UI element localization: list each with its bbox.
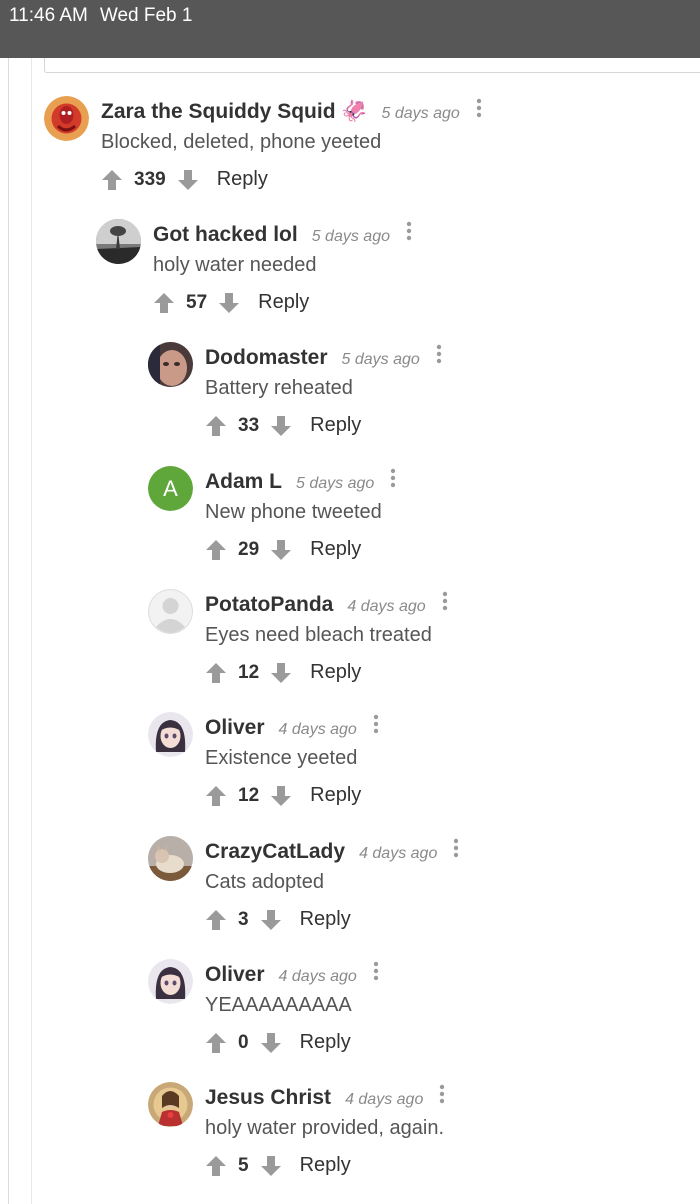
more-options-icon[interactable]	[439, 1084, 445, 1104]
comment-text: Battery reheated	[205, 377, 353, 399]
comment-text: Blocked, deleted, phone yeeted	[101, 131, 382, 153]
downvote-icon[interactable]	[270, 662, 292, 684]
vote-count: 12	[238, 661, 260, 683]
comment-author[interactable]: Zara the Squiddy Squid 🦑	[101, 100, 368, 124]
comment-author[interactable]: Adam L	[205, 470, 282, 494]
comment-author[interactable]: Got hacked lol	[153, 223, 298, 247]
comment-text: YEAAAAAAAAA	[205, 994, 352, 1016]
comment-text: holy water needed	[153, 254, 317, 276]
upvote-icon[interactable]	[205, 539, 227, 561]
thread-line	[31, 58, 32, 1204]
comment-text: holy water provided, again.	[205, 1117, 445, 1139]
avatar[interactable]	[148, 836, 193, 881]
more-options-icon[interactable]	[373, 714, 379, 734]
upvote-icon[interactable]	[205, 1155, 227, 1177]
reply-button[interactable]: Reply	[300, 1031, 351, 1054]
avatar[interactable]	[148, 712, 193, 757]
avatar[interactable]	[96, 219, 141, 264]
status-time: 11:46 AM	[9, 5, 88, 26]
downvote-icon[interactable]	[260, 1032, 282, 1054]
comment-author[interactable]: PotatoPanda	[205, 593, 333, 617]
comment-text: Eyes need bleach treated	[205, 624, 432, 646]
vote-count: 0	[238, 1031, 249, 1053]
vote-count: 3	[238, 908, 249, 930]
upvote-icon[interactable]	[153, 292, 175, 314]
comment-text: Existence yeeted	[205, 747, 358, 769]
vote-count: 33	[238, 414, 260, 436]
reply-button[interactable]: Reply	[258, 291, 309, 314]
vote-count: 12	[238, 784, 260, 806]
vote-count: 57	[186, 291, 208, 313]
comment-text: Cats adopted	[205, 871, 324, 893]
upvote-icon[interactable]	[205, 785, 227, 807]
status-date: Wed Feb 1	[99, 5, 193, 26]
avatar[interactable]: A	[148, 466, 193, 511]
comment-author[interactable]: CrazyCatLady	[205, 840, 345, 864]
avatar[interactable]	[148, 589, 193, 634]
comment-timestamp[interactable]: 4 days ago	[279, 968, 357, 986]
reply-button[interactable]: Reply	[300, 908, 351, 931]
downvote-icon[interactable]	[177, 169, 199, 191]
thread-line	[8, 58, 9, 1204]
comment-timestamp[interactable]: 5 days ago	[382, 105, 460, 123]
reply-button[interactable]: Reply	[310, 661, 361, 684]
downvote-icon[interactable]	[218, 292, 240, 314]
svg-text:A: A	[163, 476, 178, 501]
comment-timestamp[interactable]: 4 days ago	[347, 598, 425, 616]
comment-text: New phone tweeted	[205, 501, 382, 523]
avatar[interactable]	[148, 342, 193, 387]
upvote-icon[interactable]	[205, 662, 227, 684]
reply-button[interactable]: Reply	[310, 414, 361, 437]
comment-author[interactable]: Jesus Christ	[205, 1086, 331, 1110]
comment-timestamp[interactable]: 5 days ago	[296, 475, 374, 493]
comment-author[interactable]: Oliver	[205, 963, 265, 987]
avatar[interactable]	[44, 96, 89, 141]
downvote-icon[interactable]	[260, 909, 282, 931]
comment-timestamp[interactable]: 4 days ago	[345, 1091, 423, 1109]
avatar[interactable]	[148, 959, 193, 1004]
reply-button[interactable]: Reply	[310, 784, 361, 807]
downvote-icon[interactable]	[270, 415, 292, 437]
upvote-icon[interactable]	[205, 1032, 227, 1054]
reply-button[interactable]: Reply	[300, 1154, 351, 1177]
reply-button[interactable]: Reply	[217, 168, 268, 191]
vote-count: 339	[134, 168, 166, 190]
more-options-icon[interactable]	[442, 591, 448, 611]
more-options-icon[interactable]	[373, 961, 379, 981]
more-options-icon[interactable]	[406, 221, 412, 241]
downvote-icon[interactable]	[270, 539, 292, 561]
more-options-icon[interactable]	[453, 838, 459, 858]
vote-count: 29	[238, 538, 260, 560]
more-options-icon[interactable]	[476, 98, 482, 118]
reply-button[interactable]: Reply	[310, 538, 361, 561]
comment-author[interactable]: Dodomaster	[205, 346, 328, 370]
upvote-icon[interactable]	[205, 415, 227, 437]
comment-author[interactable]: Oliver	[205, 716, 265, 740]
upvote-icon[interactable]	[101, 169, 123, 191]
downvote-icon[interactable]	[260, 1155, 282, 1177]
comment-timestamp[interactable]: 4 days ago	[359, 845, 437, 863]
upvote-icon[interactable]	[205, 909, 227, 931]
downvote-icon[interactable]	[270, 785, 292, 807]
comment-input-box[interactable]	[44, 58, 700, 73]
avatar[interactable]	[148, 1082, 193, 1127]
more-options-icon[interactable]	[390, 468, 396, 488]
vote-count: 5	[238, 1154, 249, 1176]
comment-timestamp[interactable]: 5 days ago	[342, 351, 420, 369]
status-bar: 11:46 AM Wed Feb 1	[0, 0, 700, 58]
comment-timestamp[interactable]: 5 days ago	[312, 228, 390, 246]
comment-timestamp[interactable]: 4 days ago	[279, 721, 357, 739]
more-options-icon[interactable]	[436, 344, 442, 364]
